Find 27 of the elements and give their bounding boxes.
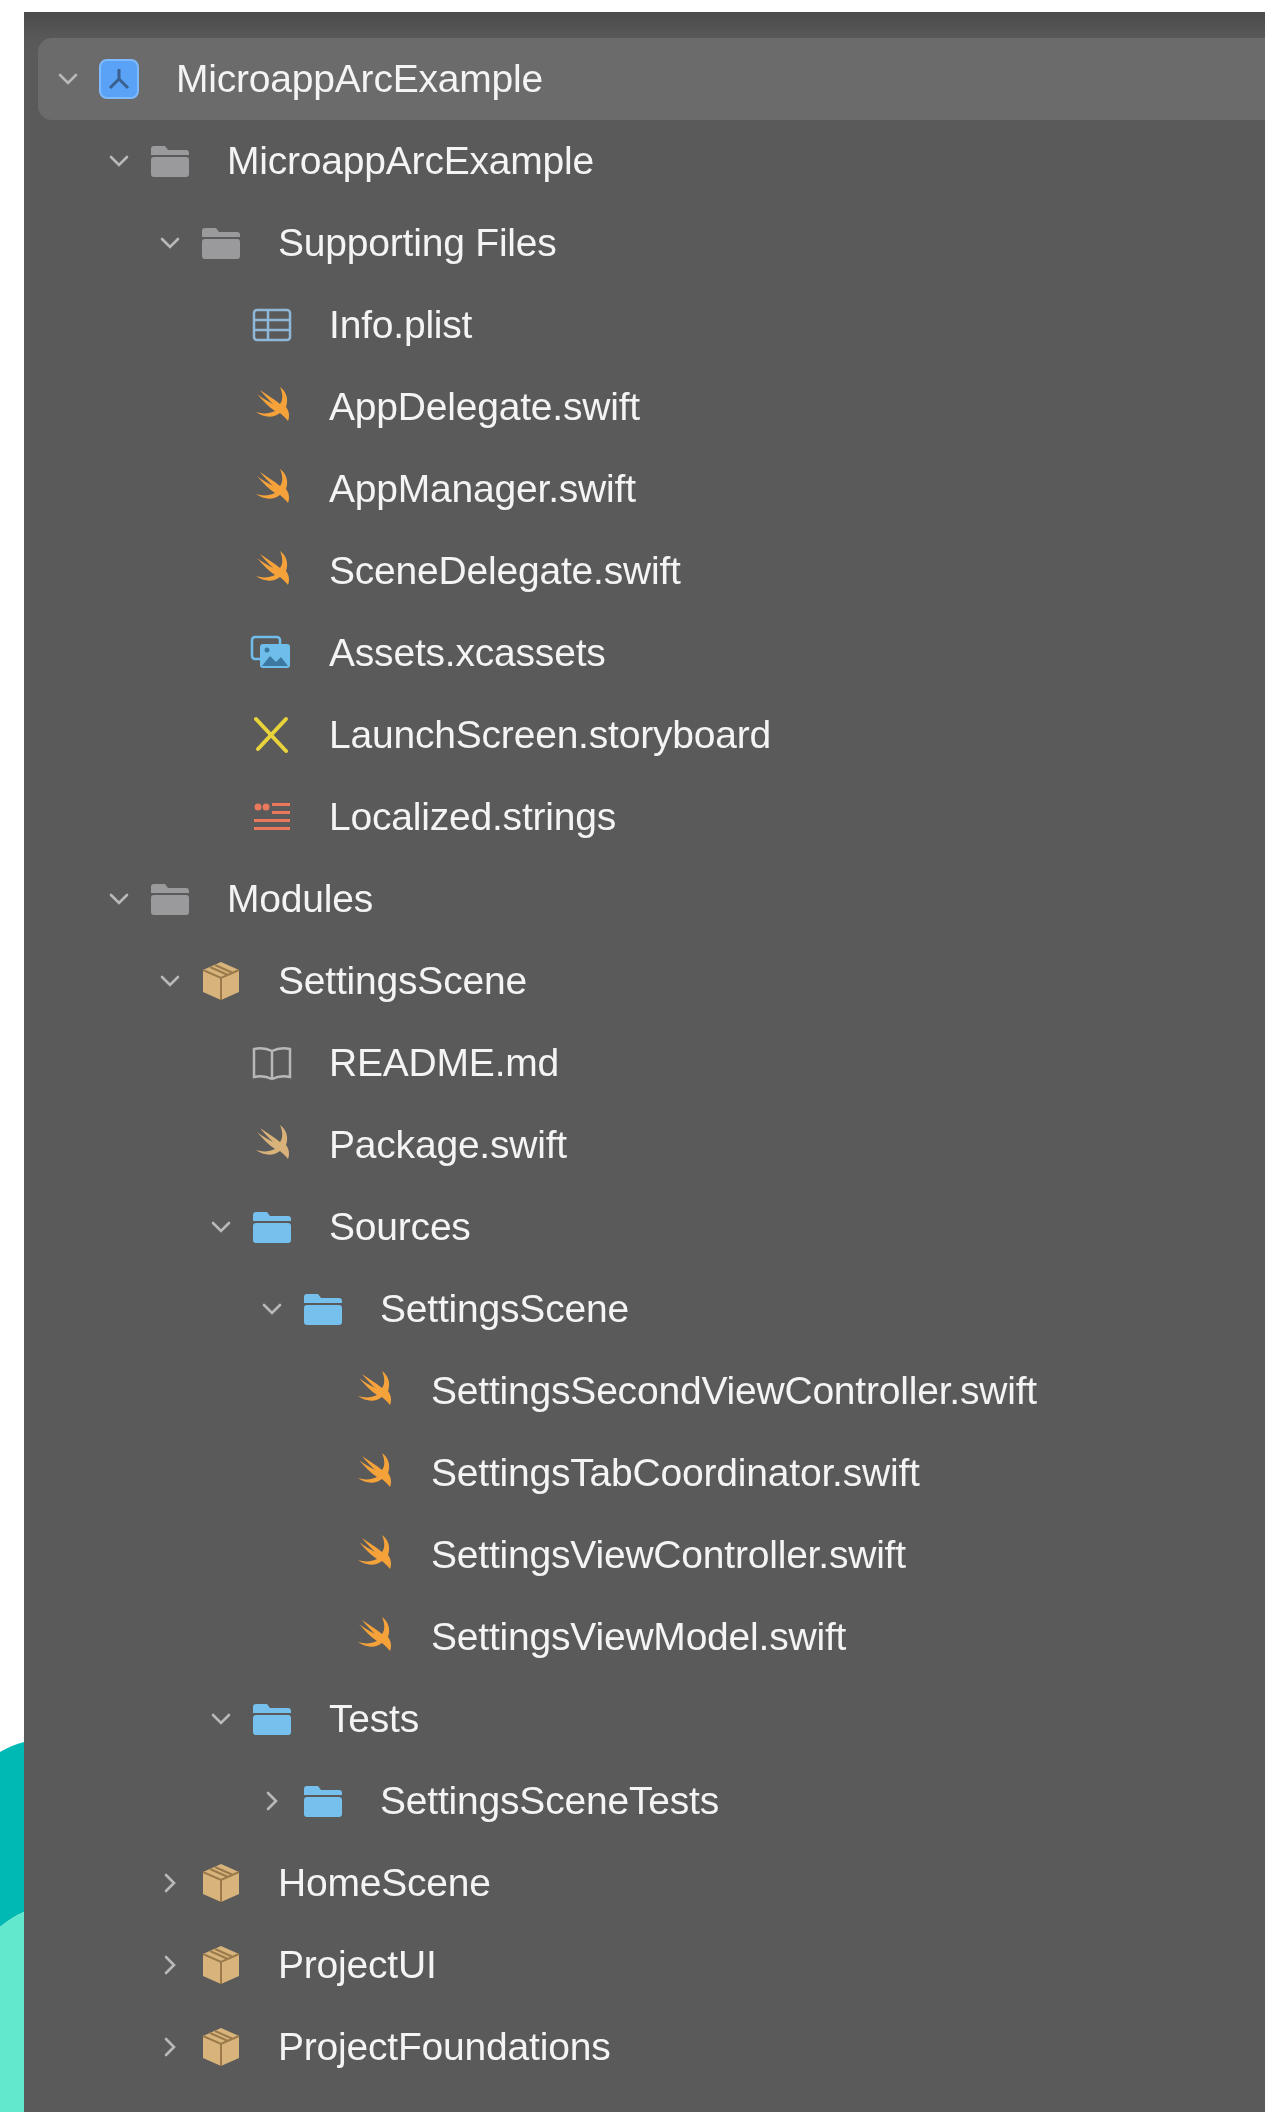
- project-icon: [97, 57, 141, 101]
- tree-item-label[interactable]: ProjectUI: [278, 1943, 437, 1987]
- tree-item-label[interactable]: LaunchScreen.storyboard: [329, 713, 771, 757]
- tree-item-label[interactable]: Sources: [329, 1205, 471, 1249]
- tree-item-label[interactable]: MicroappArcExample: [227, 139, 595, 183]
- selected-tree-row[interactable]: MicroappArcExample: [38, 38, 1265, 120]
- tree-item-label[interactable]: AppManager.swift: [329, 467, 636, 511]
- tree-item-label[interactable]: Package.swift: [329, 1123, 567, 1167]
- tree-item-label[interactable]: SettingsSecondViewController.swift: [431, 1369, 1037, 1413]
- tree-item-label[interactable]: AppDelegate.swift: [329, 385, 640, 429]
- tree-item-label[interactable]: Tests: [329, 1697, 420, 1741]
- tree-item-label[interactable]: SettingsViewController.swift: [431, 1533, 906, 1577]
- tree-item-label[interactable]: SettingsTabCoordinator.swift: [431, 1451, 920, 1495]
- tree-item-label[interactable]: ProjectFoundations: [278, 2025, 611, 2069]
- tree-item-label[interactable]: SettingsViewModel.swift: [431, 1615, 847, 1659]
- tree-item-label[interactable]: MicroappArcExample: [176, 57, 544, 101]
- tree-item-label[interactable]: SettingsSceneTests: [380, 1779, 719, 1823]
- tree-item-label[interactable]: SettingsScene: [380, 1287, 629, 1331]
- tree-item-label[interactable]: Modules: [227, 877, 373, 921]
- tree-item-label[interactable]: SettingsScene: [278, 959, 527, 1003]
- tree-item-label[interactable]: Assets.xcassets: [329, 631, 606, 675]
- tree-item-label[interactable]: README.md: [329, 1041, 560, 1085]
- tree-item-label[interactable]: Info.plist: [329, 303, 473, 347]
- tree-item-label[interactable]: Localized.strings: [329, 795, 617, 839]
- tree-item-label[interactable]: HomeScene: [278, 1861, 491, 1905]
- tree-item-label[interactable]: Supporting Files: [278, 221, 557, 265]
- tree-item-label[interactable]: SceneDelegate.swift: [329, 549, 681, 593]
